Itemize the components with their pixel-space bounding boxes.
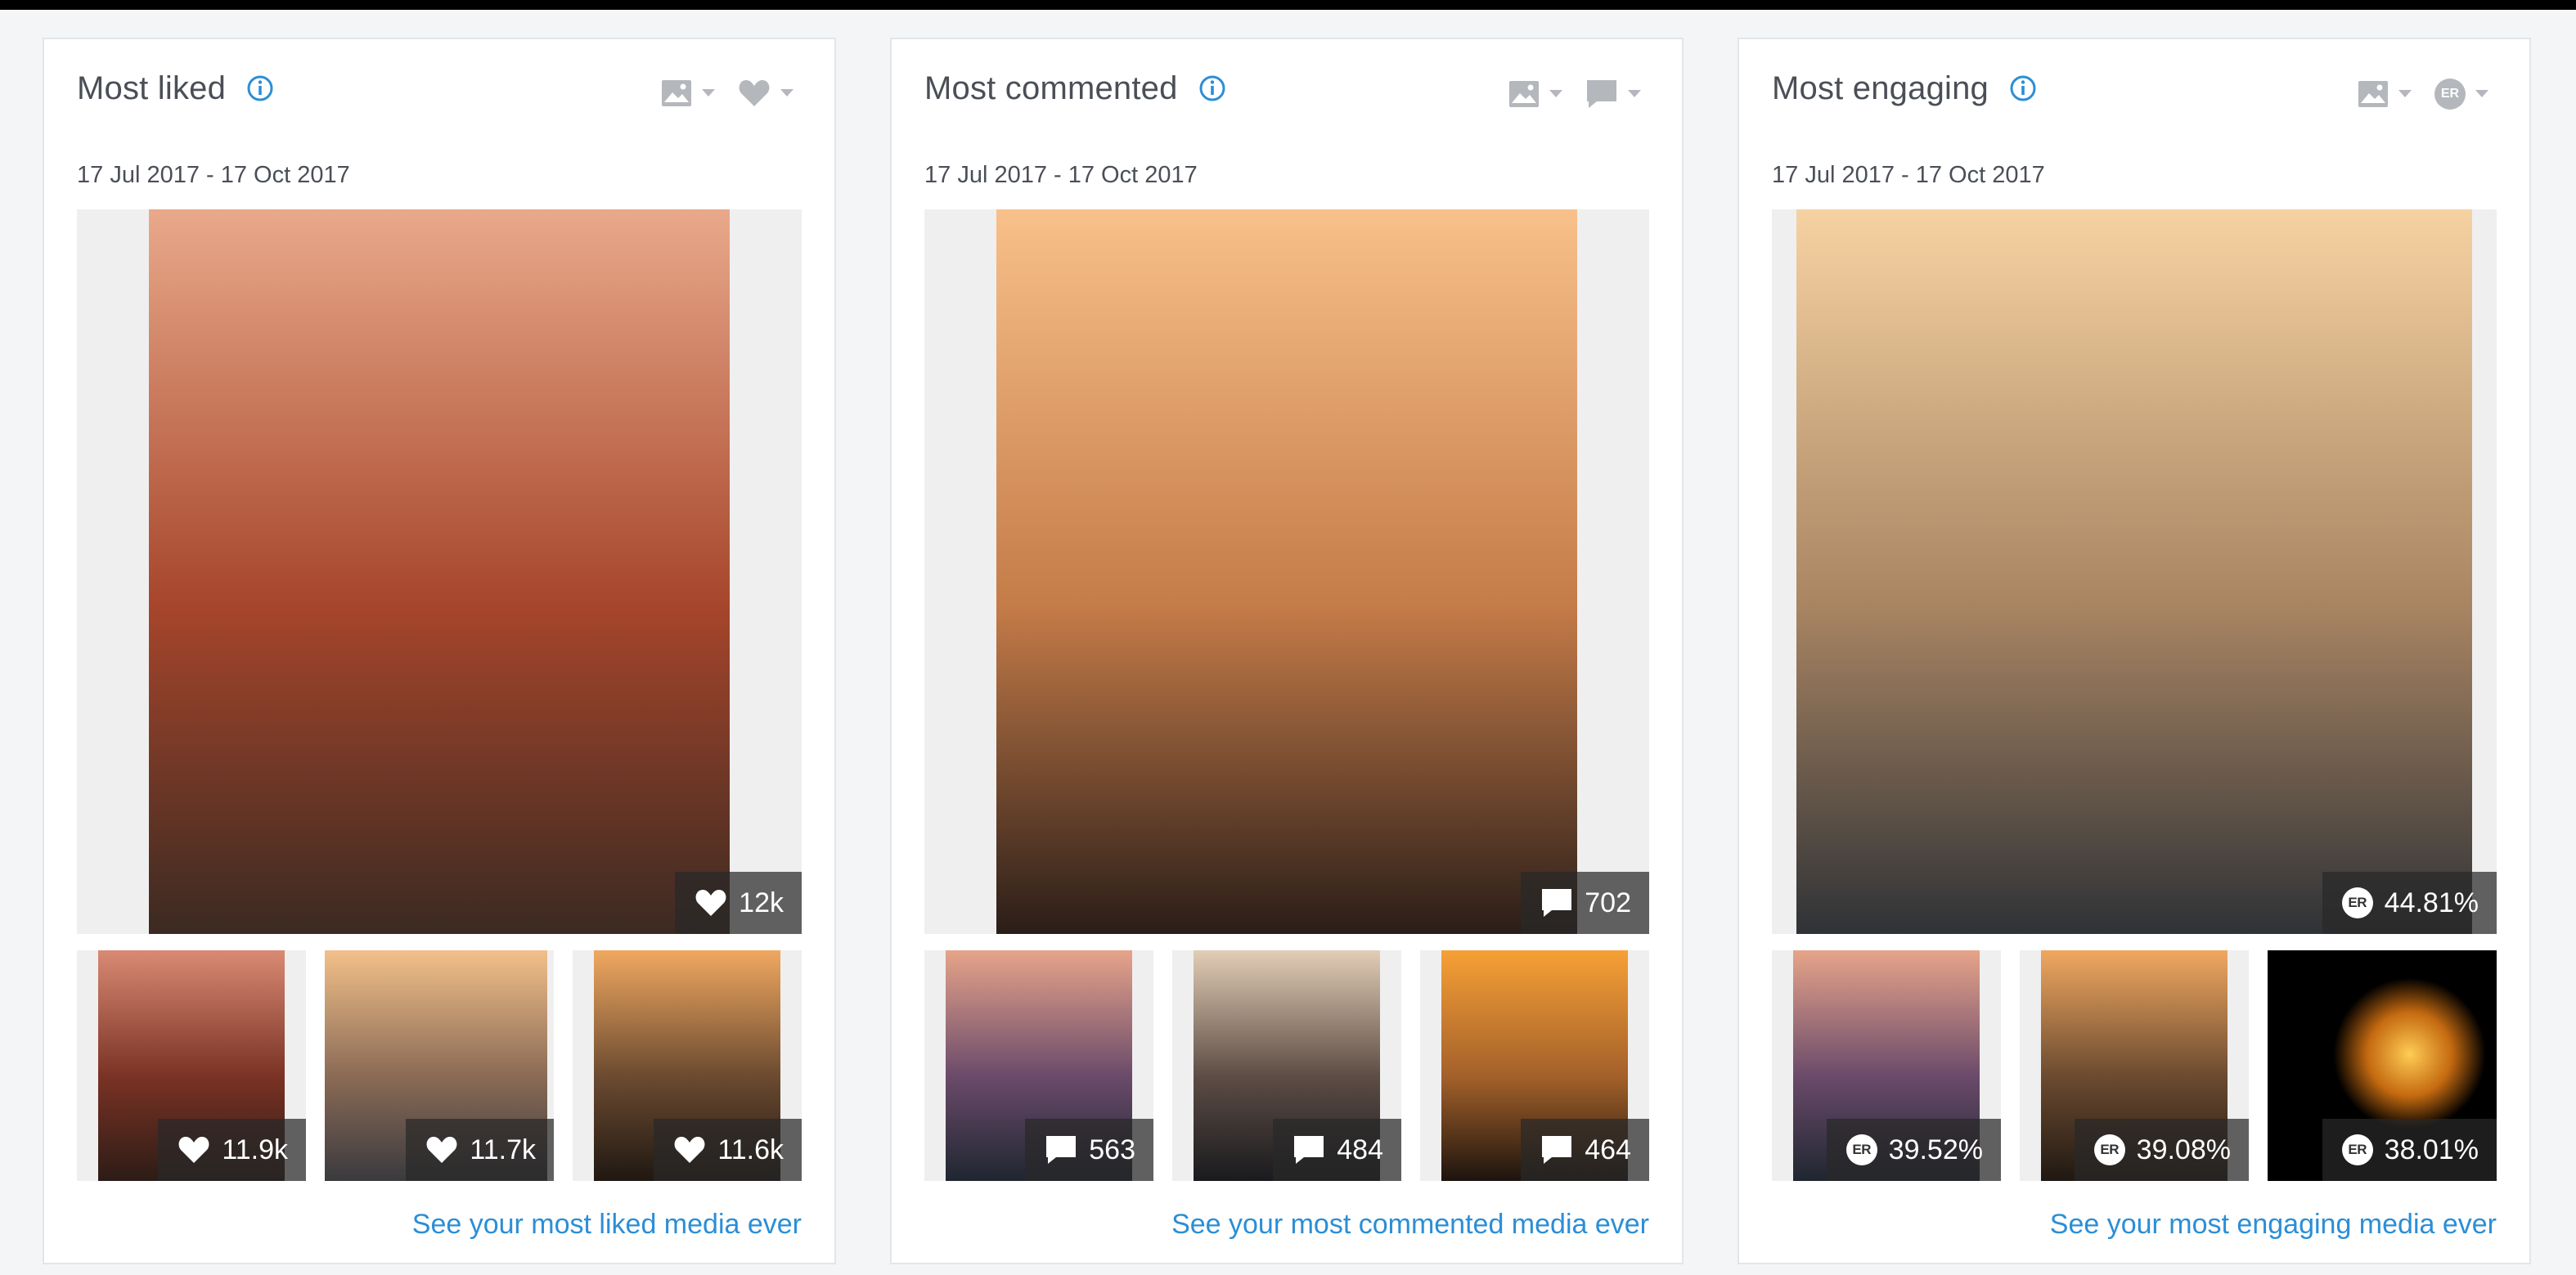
info-icon[interactable] bbox=[246, 74, 274, 102]
metric-value: 484 bbox=[1337, 1134, 1383, 1165]
thumbnail[interactable]: 484 bbox=[1172, 950, 1401, 1181]
heart-icon bbox=[739, 80, 770, 106]
metric-badge: 11.9k bbox=[158, 1119, 306, 1181]
card-title: Most liked bbox=[77, 70, 274, 107]
metric-badge: ER 44.81% bbox=[2322, 872, 2497, 934]
see-most-commented-link[interactable]: See your most commented media ever bbox=[1171, 1209, 1649, 1241]
card-header: Most liked bbox=[77, 62, 802, 111]
card-most-commented: Most commented 17 Jul 2017 - 17 Oct 2017… bbox=[890, 38, 1684, 1264]
thumbnail-row: 11.9k 11.7k 11.6k bbox=[77, 950, 802, 1181]
thumbnail[interactable]: ER 39.52% bbox=[1772, 950, 2001, 1181]
metric-badge: 464 bbox=[1521, 1119, 1649, 1181]
heart-icon bbox=[178, 1137, 209, 1163]
metric-value: 12k bbox=[739, 887, 784, 918]
metric-value: 563 bbox=[1089, 1134, 1135, 1165]
metric-badge: ER 39.08% bbox=[2074, 1119, 2249, 1181]
metric-value: 44.81% bbox=[2384, 887, 2479, 918]
metric-value: 39.08% bbox=[2136, 1134, 2231, 1165]
er-icon: ER bbox=[2093, 1134, 2125, 1165]
metric-badge: 484 bbox=[1273, 1119, 1401, 1181]
thumbnail-row: ER 39.52% ER 39.08% ER 38.01% bbox=[1772, 950, 2497, 1181]
er-icon: ER bbox=[1845, 1134, 1877, 1165]
card-header: Most engaging ER bbox=[1772, 62, 2497, 111]
hero-media[interactable]: ER 44.81% bbox=[1772, 209, 2497, 934]
metric-badge: 12k bbox=[675, 872, 802, 934]
metric-badge: 702 bbox=[1521, 872, 1649, 934]
card-title: Most engaging bbox=[1772, 70, 2037, 107]
thumbnail[interactable]: 11.7k bbox=[325, 950, 554, 1181]
comment-icon bbox=[1542, 1136, 1572, 1164]
image-icon bbox=[662, 80, 691, 106]
chevron-down-icon bbox=[2398, 90, 2412, 97]
hero-media[interactable]: 12k bbox=[77, 209, 802, 934]
chevron-down-icon bbox=[2475, 90, 2488, 97]
chevron-down-icon bbox=[1628, 90, 1641, 97]
comment-icon bbox=[1294, 1136, 1324, 1164]
thumbnail[interactable]: ER 38.01% bbox=[2268, 950, 2497, 1181]
metric-dropdown[interactable] bbox=[738, 79, 793, 108]
card-most-liked: Most liked 17 Jul 2017 - 17 Oct 2017 12k bbox=[43, 38, 836, 1264]
metric-badge: ER 38.01% bbox=[2322, 1119, 2497, 1181]
see-most-engaging-link[interactable]: See your most engaging media ever bbox=[2050, 1209, 2497, 1241]
metric-dropdown[interactable]: ER bbox=[2434, 79, 2488, 110]
chevron-down-icon bbox=[1549, 90, 1562, 97]
metric-badge: ER 39.52% bbox=[1826, 1119, 2001, 1181]
header-controls: ER bbox=[2358, 79, 2488, 110]
metric-value: 11.6k bbox=[717, 1134, 784, 1165]
thumbnail[interactable]: 563 bbox=[924, 950, 1153, 1181]
heart-icon bbox=[695, 890, 726, 916]
metric-dropdown[interactable] bbox=[1585, 79, 1641, 110]
hero-photo bbox=[996, 209, 1577, 934]
image-icon bbox=[2358, 81, 2388, 107]
metric-value: 702 bbox=[1585, 887, 1631, 918]
comment-icon bbox=[1587, 80, 1616, 108]
er-icon: ER bbox=[2341, 1134, 2373, 1165]
see-most-liked-link[interactable]: See your most liked media ever bbox=[412, 1209, 802, 1241]
hero-media[interactable]: 702 bbox=[924, 209, 1649, 934]
dashboard-board: Most liked 17 Jul 2017 - 17 Oct 2017 12k bbox=[0, 10, 2576, 1275]
metric-value: 11.9k bbox=[222, 1134, 288, 1165]
card-most-engaging: Most engaging ER 17 Jul 2017 - 17 Oct 20… bbox=[1738, 38, 2531, 1264]
heart-icon bbox=[674, 1137, 705, 1163]
card-title-text: Most commented bbox=[924, 70, 1178, 106]
media-type-dropdown[interactable] bbox=[661, 79, 715, 107]
card-title: Most commented bbox=[924, 70, 1226, 107]
info-icon[interactable] bbox=[2009, 74, 2037, 102]
thumbnail[interactable]: 11.6k bbox=[573, 950, 802, 1181]
thumbnail[interactable]: 464 bbox=[1420, 950, 1649, 1181]
image-icon bbox=[1509, 81, 1539, 107]
date-range: 17 Jul 2017 - 17 Oct 2017 bbox=[924, 162, 1198, 188]
card-title-text: Most engaging bbox=[1772, 70, 1989, 106]
metric-badge: 11.7k bbox=[406, 1119, 554, 1181]
thumbnail-row: 563 484 464 bbox=[924, 950, 1649, 1181]
media-type-dropdown[interactable] bbox=[2358, 80, 2412, 108]
metric-value: 39.52% bbox=[1888, 1134, 1983, 1165]
metric-badge: 563 bbox=[1025, 1119, 1153, 1181]
heart-icon bbox=[426, 1137, 457, 1163]
thumbnail[interactable]: 11.9k bbox=[77, 950, 306, 1181]
card-title-text: Most liked bbox=[77, 70, 227, 106]
hero-photo bbox=[1796, 209, 2472, 934]
header-controls bbox=[1508, 79, 1641, 110]
metric-badge: 11.6k bbox=[654, 1119, 802, 1181]
er-icon: ER bbox=[2434, 79, 2466, 110]
media-type-dropdown[interactable] bbox=[1508, 80, 1562, 108]
thumbnail[interactable]: ER 39.08% bbox=[2020, 950, 2249, 1181]
metric-value: 11.7k bbox=[470, 1134, 536, 1165]
er-icon: ER bbox=[2341, 887, 2373, 918]
header-controls bbox=[661, 79, 793, 108]
date-range: 17 Jul 2017 - 17 Oct 2017 bbox=[77, 162, 350, 188]
comment-icon bbox=[1542, 889, 1572, 917]
metric-value: 464 bbox=[1585, 1134, 1631, 1165]
chevron-down-icon bbox=[780, 89, 793, 97]
metric-value: 38.01% bbox=[2384, 1134, 2479, 1165]
chevron-down-icon bbox=[702, 89, 715, 97]
date-range: 17 Jul 2017 - 17 Oct 2017 bbox=[1772, 162, 2045, 188]
hero-photo bbox=[149, 209, 730, 934]
card-header: Most commented bbox=[924, 62, 1649, 111]
comment-icon bbox=[1046, 1136, 1077, 1164]
info-icon[interactable] bbox=[1198, 74, 1226, 102]
